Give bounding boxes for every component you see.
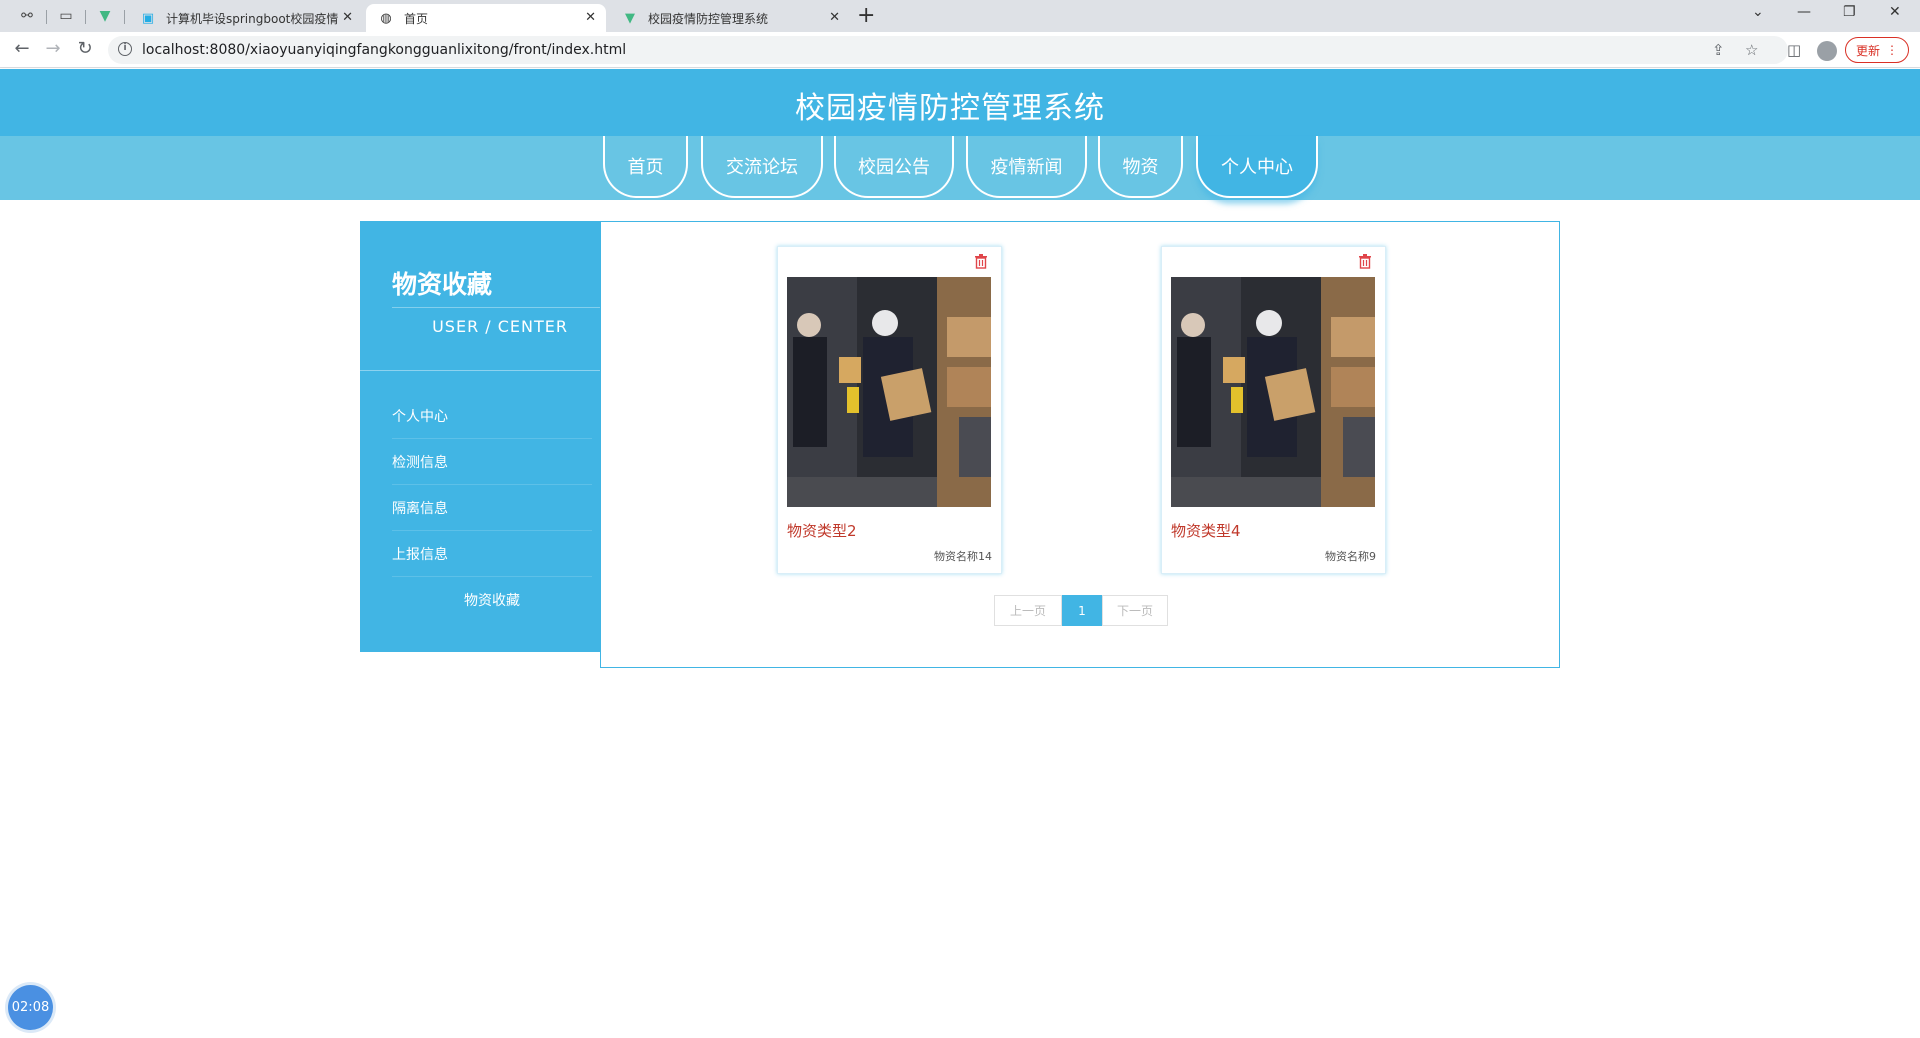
supply-card[interactable]: 物资类型2 物资名称14 — [777, 246, 1002, 574]
supply-type[interactable]: 物资类型4 — [1171, 520, 1241, 541]
site-title: 校园疫情防控管理系统 — [795, 91, 1105, 126]
blank-page-icon[interactable]: ▭ — [57, 7, 75, 25]
share-icon[interactable]: ⇪ — [1712, 41, 1725, 59]
globe-icon: ◍ — [380, 10, 392, 26]
tab-system[interactable]: ▼ 校园疫情防控管理系统 ✕ — [610, 4, 850, 32]
nav-band — [0, 136, 1920, 200]
nav-supplies[interactable]: 物资 — [1098, 136, 1183, 198]
tab-home[interactable]: ◍ 首页 ✕ — [366, 4, 606, 32]
recording-timer[interactable]: 02:08 — [8, 985, 53, 1030]
tab-search-icon[interactable]: ⚯ — [18, 7, 36, 25]
sidebar-subtitle: USER / CENTER — [432, 317, 568, 336]
pagination: 上一页 1 下一页 — [994, 595, 1168, 626]
more-menu-icon: ⋮ — [1886, 43, 1898, 57]
update-label: 更新 — [1855, 43, 1880, 58]
nav-forum[interactable]: 交流论坛 — [701, 136, 823, 198]
bilibili-icon: ▣ — [141, 10, 155, 26]
sidebar-separator — [360, 370, 600, 371]
delete-icon[interactable] — [1357, 253, 1373, 269]
url-text[interactable]: localhost:8080/xiaoyuanyiqingfangkonggua… — [142, 42, 626, 58]
close-icon[interactable]: ✕ — [342, 10, 353, 25]
profile-avatar[interactable] — [1817, 41, 1837, 61]
tab-label: 校园疫情防控管理系统 — [648, 11, 769, 26]
supply-type[interactable]: 物资类型2 — [787, 520, 857, 541]
minimize-icon[interactable]: — — [1797, 4, 1811, 20]
back-icon[interactable]: ← — [10, 38, 34, 59]
page-number-button[interactable]: 1 — [1062, 595, 1102, 626]
supply-photo[interactable] — [1171, 277, 1375, 507]
nav-personal-center[interactable]: 个人中心 — [1196, 136, 1318, 198]
user-sidebar: 物资收藏 USER / CENTER 个人中心 检测信息 隔离信息 上报信息 物… — [360, 221, 600, 652]
tab-bilibili[interactable]: ▣ 计算机毕设springboot校园疫情 ✕ — [128, 4, 363, 32]
new-tab-icon[interactable]: + — [857, 3, 875, 28]
close-icon[interactable]: ✕ — [829, 10, 840, 25]
sidebar-item-report-info[interactable]: 上报信息 — [392, 531, 592, 577]
nav-label: 交流论坛 — [726, 157, 798, 178]
site-header: 校园疫情防控管理系统 — [0, 69, 1920, 136]
sidebar-item-label: 检测信息 — [392, 454, 448, 471]
delete-icon[interactable] — [973, 253, 989, 269]
supply-card[interactable]: 物资类型4 物资名称9 — [1161, 246, 1386, 574]
nav-label: 首页 — [627, 157, 664, 178]
side-panel-icon[interactable]: ◫ — [1787, 41, 1801, 59]
nav-home[interactable]: 首页 — [603, 136, 688, 198]
sidebar-item-supplies-favorites[interactable]: 物资收藏 — [392, 577, 592, 623]
sidebar-item-personal-center[interactable]: 个人中心 — [392, 393, 592, 439]
next-page-button[interactable]: 下一页 — [1102, 595, 1168, 626]
supply-photo[interactable] — [787, 277, 991, 507]
restore-icon[interactable]: ❐ — [1843, 4, 1856, 20]
address-bar[interactable]: i localhost:8080/xiaoyuanyiqingfangkongg… — [108, 36, 1788, 64]
nav-label: 校园公告 — [858, 157, 930, 178]
window-close-icon[interactable]: ✕ — [1889, 4, 1901, 20]
tab-separator — [85, 10, 86, 24]
tab-label: 首页 — [404, 11, 429, 26]
sidebar-title: 物资收藏 — [392, 270, 493, 299]
vue-icon[interactable]: ▼ — [96, 7, 114, 25]
nav-label: 个人中心 — [1221, 157, 1293, 178]
update-button[interactable]: 更新 ⋮ — [1845, 37, 1909, 63]
sidebar-item-label: 个人中心 — [392, 408, 448, 425]
nav-notice[interactable]: 校园公告 — [834, 136, 954, 198]
nav-label: 物资 — [1122, 157, 1159, 178]
favorites-panel: 物资类型2 物资名称14 物资类型4 物资名称9 上一页 1 下一页 — [600, 221, 1560, 668]
supply-name: 物资名称9 — [1325, 550, 1376, 563]
tab-separator — [46, 10, 47, 24]
tab-search-chevron-icon[interactable]: ⌄ — [1752, 4, 1764, 20]
tab-label: 计算机毕设springboot校园疫情 — [166, 11, 339, 26]
nav-label: 疫情新闻 — [990, 157, 1063, 178]
sidebar-item-label: 上报信息 — [392, 546, 448, 563]
sidebar-item-quarantine-info[interactable]: 隔离信息 — [392, 485, 592, 531]
vue-icon: ▼ — [625, 10, 635, 26]
nav-news[interactable]: 疫情新闻 — [966, 136, 1087, 198]
close-icon[interactable]: ✕ — [585, 10, 596, 25]
browser-tab-strip: ⚯ ▭ ▼ ▣ 计算机毕设springboot校园疫情 ✕ ◍ 首页 ✕ ▼ 校… — [0, 0, 1920, 32]
sidebar-item-label: 隔离信息 — [392, 500, 448, 517]
browser-toolbar: ← → ↻ i localhost:8080/xiaoyuanyiqingfan… — [0, 32, 1920, 68]
prev-page-button[interactable]: 上一页 — [994, 595, 1062, 626]
tab-separator — [124, 10, 125, 24]
forward-icon[interactable]: → — [41, 38, 65, 59]
sidebar-divider — [392, 307, 600, 308]
sidebar-item-test-info[interactable]: 检测信息 — [392, 439, 592, 485]
reload-icon[interactable]: ↻ — [73, 38, 97, 59]
sidebar-item-label: 物资收藏 — [464, 593, 520, 609]
bookmark-star-icon[interactable]: ☆ — [1745, 41, 1758, 59]
info-icon[interactable]: i — [118, 42, 132, 56]
supply-name: 物资名称14 — [934, 550, 992, 563]
